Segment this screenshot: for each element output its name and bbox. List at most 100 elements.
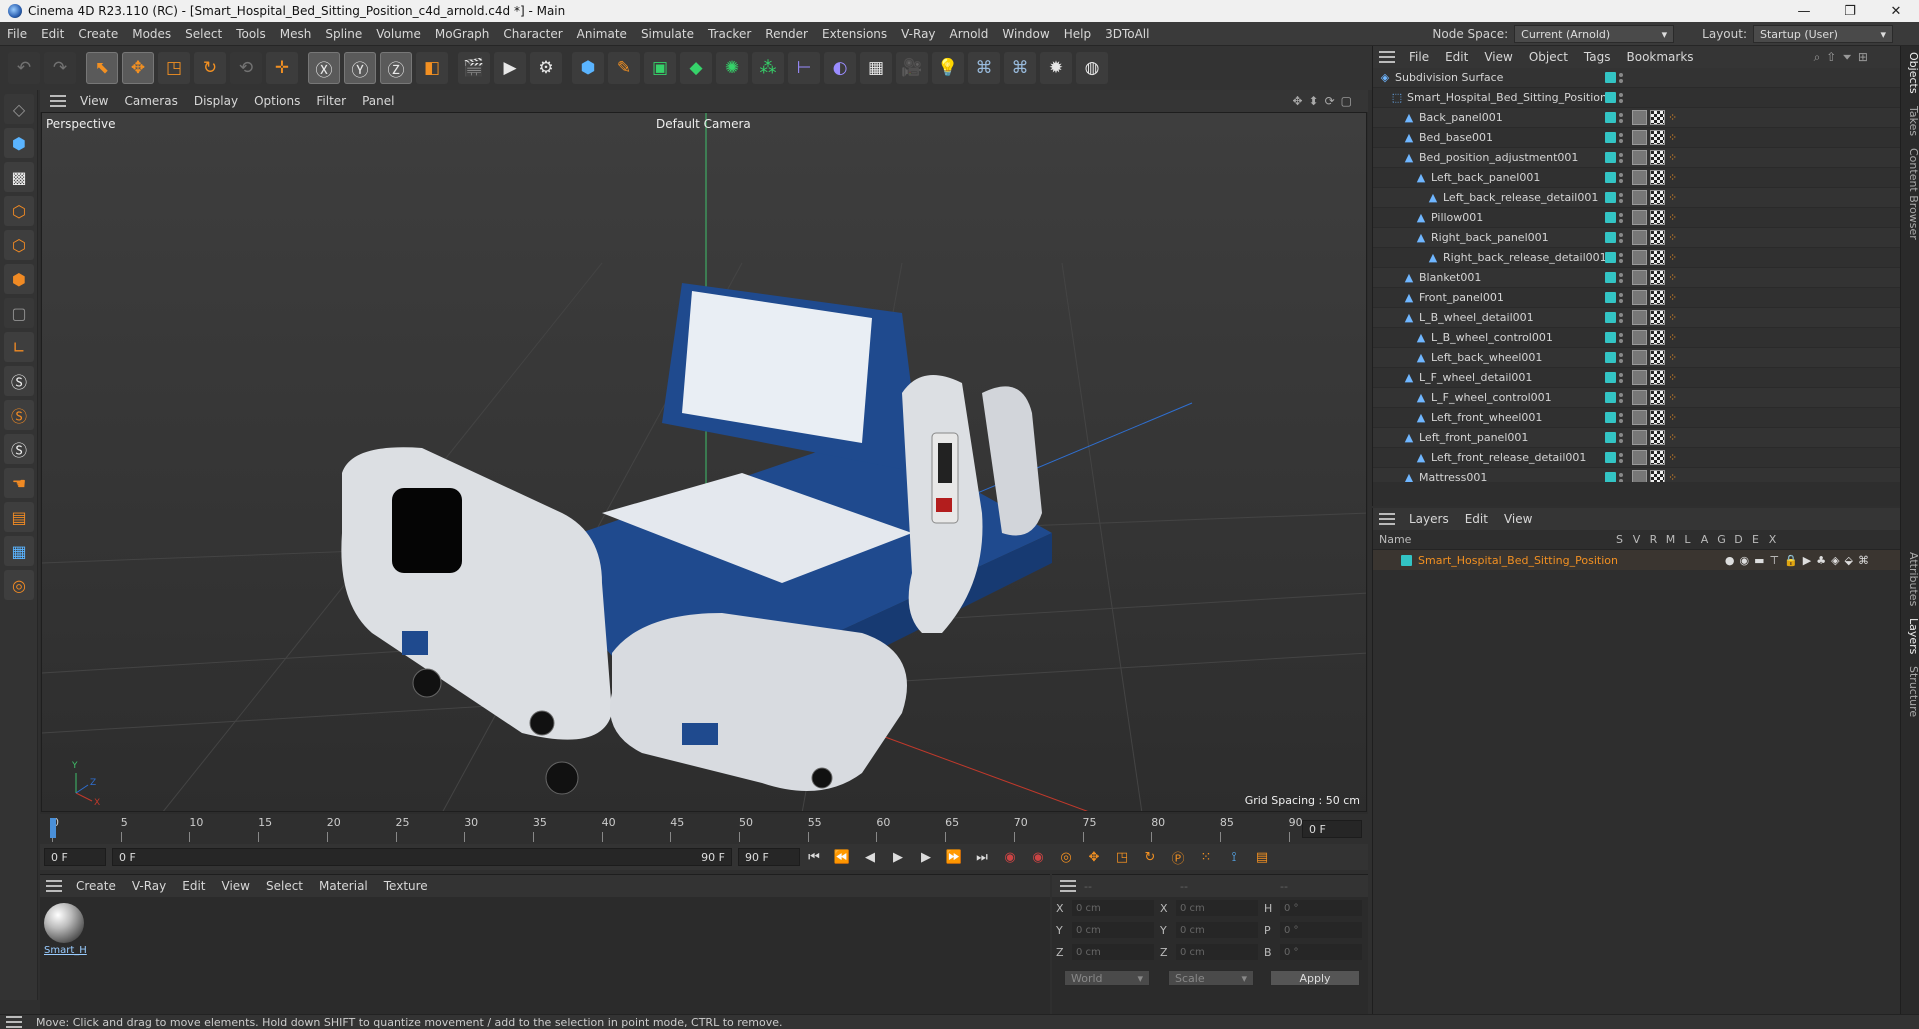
object-name[interactable]: Mattress001 — [1419, 471, 1487, 482]
object-row[interactable]: ▲ Left_back_panel001 ⁘ — [1373, 168, 1900, 188]
visibility-dots-icon[interactable] — [1619, 452, 1623, 463]
key-param-icon[interactable]: Ⓟ — [1167, 846, 1189, 868]
mat-menu-material[interactable]: Material — [311, 879, 376, 893]
rotate-tool-icon[interactable]: ↻ — [194, 52, 226, 84]
layer-color-swatch[interactable] — [1605, 452, 1616, 463]
phong-tag-icon[interactable]: ⁘ — [1668, 251, 1680, 265]
arnold-settings-icon[interactable]: ✹ — [1040, 52, 1072, 84]
coord-rotation-field[interactable]: 0 ° — [1280, 900, 1362, 916]
menu-extensions[interactable]: Extensions — [815, 27, 894, 41]
next-frame-icon[interactable]: ▶ — [915, 846, 937, 868]
prev-frame-icon[interactable]: ◀ — [859, 846, 881, 868]
tab-structure[interactable]: Structure — [1901, 660, 1919, 723]
layer-color-swatch[interactable] — [1401, 554, 1412, 566]
mat-menu-select[interactable]: Select — [258, 879, 311, 893]
move-tool-icon[interactable]: ✥ — [122, 52, 154, 84]
viewport-hamburger-icon[interactable] — [50, 95, 66, 107]
texture-tag-icon[interactable] — [1650, 270, 1665, 285]
mograph-icon[interactable]: ⁂ — [752, 52, 784, 84]
coord-rotation-field[interactable]: 0 ° — [1280, 944, 1362, 960]
edges-mode-icon[interactable]: ⬡ — [4, 230, 34, 260]
coord-position-field[interactable]: 0 cm — [1072, 922, 1154, 938]
layer-name[interactable]: Smart_Hospital_Bed_Sitting_Position — [1418, 554, 1618, 567]
object-name[interactable]: Left_back_panel001 — [1431, 171, 1540, 184]
material-tag-icon[interactable] — [1632, 190, 1647, 205]
material-tag-icon[interactable] — [1632, 230, 1647, 245]
phong-tag-icon[interactable]: ⁘ — [1668, 451, 1680, 465]
apply-button[interactable]: Apply — [1270, 970, 1360, 986]
y-axis-lock-icon[interactable]: Ⓨ — [344, 52, 376, 84]
layer-column-r[interactable]: R — [1645, 533, 1662, 546]
tab-attributes[interactable]: Attributes — [1901, 546, 1919, 612]
live-select-icon[interactable]: ✛ — [266, 52, 298, 84]
menu-select[interactable]: Select — [178, 27, 229, 41]
status-hamburger-icon[interactable] — [6, 1016, 22, 1028]
layer-column-g[interactable]: G — [1713, 533, 1730, 546]
viewport-nav-icons[interactable]: ✥⬍⟳▢ — [1292, 94, 1358, 108]
layout-dropdown[interactable]: Startup (User) ▾ — [1753, 25, 1893, 43]
menu-volume[interactable]: Volume — [369, 27, 428, 41]
render-settings-icon[interactable]: ⚙ — [530, 52, 562, 84]
viewport-menu-options[interactable]: Options — [246, 94, 308, 108]
layer-column-l[interactable]: L — [1679, 533, 1696, 546]
coord-space-dropdown[interactable]: World ▾ — [1064, 970, 1150, 986]
obj-menu-object[interactable]: Object — [1521, 50, 1576, 64]
layer-color-swatch[interactable] — [1605, 232, 1616, 243]
object-name[interactable]: Left_back_release_detail001 — [1443, 191, 1598, 204]
texture-tag-icon[interactable] — [1650, 290, 1665, 305]
layer-column-m[interactable]: M — [1662, 533, 1679, 546]
visibility-dots-icon[interactable] — [1619, 192, 1623, 203]
obj-menu-edit[interactable]: Edit — [1437, 50, 1476, 64]
maximize-button[interactable]: ❐ — [1827, 0, 1873, 22]
coord-scale-dropdown[interactable]: Scale ▾ — [1168, 970, 1254, 986]
texture-tag-icon[interactable] — [1650, 250, 1665, 265]
workplane-grid-icon[interactable]: ▦ — [4, 536, 34, 566]
x-axis-lock-icon[interactable]: Ⓧ — [308, 52, 340, 84]
object-row[interactable]: ▲ L_F_wheel_control001 ⁘ — [1373, 388, 1900, 408]
menu-arnold[interactable]: Arnold — [943, 27, 996, 41]
axis-mode-icon[interactable]: ∟ — [4, 332, 34, 362]
material-tag-icon[interactable] — [1632, 330, 1647, 345]
layer-color-swatch[interactable] — [1605, 152, 1616, 163]
material-tag-icon[interactable] — [1632, 390, 1647, 405]
layer-column-d[interactable]: D — [1730, 533, 1747, 546]
object-name[interactable]: Bed_position_adjustment001 — [1419, 151, 1578, 164]
viewport-menu-view[interactable]: View — [72, 94, 116, 108]
visibility-dots-icon[interactable] — [1619, 152, 1623, 163]
coordinate-system-icon[interactable]: ◧ — [416, 52, 448, 84]
menu-character[interactable]: Character — [496, 27, 569, 41]
coord-rotation-field[interactable]: 0 ° — [1280, 922, 1362, 938]
menu-render[interactable]: Render — [758, 27, 815, 41]
object-name[interactable]: Left_front_wheel001 — [1431, 411, 1542, 424]
layer-menu-layers[interactable]: Layers — [1401, 512, 1457, 526]
menu-simulate[interactable]: Simulate — [634, 27, 701, 41]
texture-tag-icon[interactable] — [1650, 230, 1665, 245]
next-key-icon[interactable]: ⏩ — [943, 846, 965, 868]
object-name[interactable]: L_F_wheel_control001 — [1431, 391, 1552, 404]
layer-color-swatch[interactable] — [1605, 192, 1616, 203]
texture-tag-icon[interactable] — [1650, 210, 1665, 225]
tab-layers[interactable]: Layers — [1901, 612, 1919, 660]
light-icon[interactable]: 💡 — [932, 52, 964, 84]
layer-column-name[interactable]: Name — [1379, 533, 1611, 546]
material-swatch[interactable]: Smart_H — [44, 903, 87, 965]
viewport-camera-label[interactable]: Default Camera — [656, 117, 751, 131]
material-hamburger-icon[interactable] — [46, 880, 62, 892]
motion-clip-icon[interactable]: ⟟ — [1223, 846, 1245, 868]
snap-icon[interactable]: Ⓢ — [4, 366, 34, 396]
deformer-icon[interactable]: ⊢ — [788, 52, 820, 84]
visibility-dots-icon[interactable] — [1619, 392, 1623, 403]
layer-color-swatch[interactable] — [1605, 412, 1616, 423]
object-name[interactable]: Smart_Hospital_Bed_Sitting_Position — [1407, 91, 1607, 104]
material-tag-icon[interactable] — [1632, 410, 1647, 425]
recent-tools-icon[interactable]: ⟲ — [230, 52, 262, 84]
object-row[interactable]: ▲ Left_back_release_detail001 ⁘ — [1373, 188, 1900, 208]
redo-icon[interactable]: ↷ — [44, 52, 76, 84]
key-pla-icon[interactable]: ⁙ — [1195, 846, 1217, 868]
playhead-marker[interactable] — [50, 818, 56, 838]
tab-content-browser[interactable]: Content Browser — [1901, 142, 1919, 246]
phong-tag-icon[interactable]: ⁘ — [1668, 431, 1680, 445]
phong-tag-icon[interactable]: ⁘ — [1668, 211, 1680, 225]
visibility-dots-icon[interactable] — [1619, 212, 1623, 223]
camera-icon[interactable]: 🎥 — [896, 52, 928, 84]
